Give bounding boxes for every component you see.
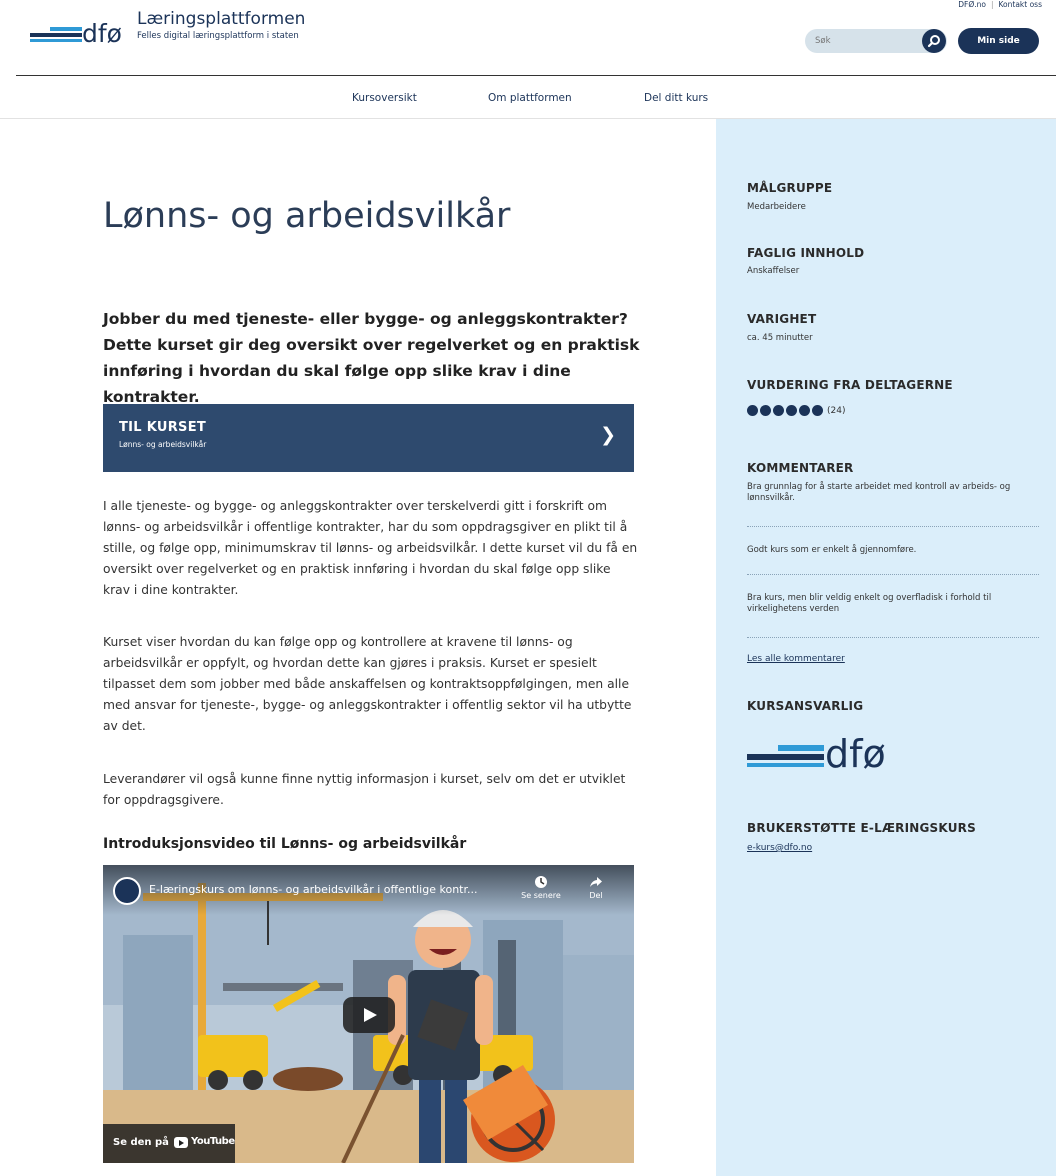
top-link-dfo[interactable]: DFØ.no (958, 0, 986, 9)
watch-later-label: Se senere (521, 891, 561, 900)
comment-divider (747, 574, 1039, 575)
watch-on-youtube-button[interactable]: Se den på YouTube (103, 1124, 235, 1163)
rating-dot (747, 405, 758, 416)
dfo-logo[interactable]: dfø (30, 20, 130, 48)
course-sidebar: MÅLGRUPPE Medarbeidere FAGLIG INNHOLD An… (716, 119, 1056, 1176)
page-title: Lønns- og arbeidsvilkår (103, 196, 511, 236)
watch-later-button[interactable]: Se senere (519, 875, 563, 900)
rating-dots: (24) (747, 400, 845, 416)
logo-stripe (30, 39, 82, 42)
target-group-value: Medarbeidere (747, 202, 806, 212)
watch-on-label: Se den på (113, 1137, 169, 1148)
comment-divider (747, 526, 1039, 527)
search-button[interactable] (922, 29, 946, 53)
video-heading: Introduksjonsvideo til Lønns- og arbeids… (103, 836, 467, 852)
site-header: dfø Læringsplattformen Felles digital læ… (0, 0, 1056, 76)
body-paragraph: I alle tjeneste- og bygge- og anleggskon… (103, 499, 638, 597)
comment-item: Bra grunnlag for å starte arbeidet med k… (747, 482, 1011, 503)
comment-item: Godt kurs som er enkelt å gjennomføre. (747, 545, 917, 555)
logo-stripe (778, 745, 824, 751)
top-link-separator: | (990, 0, 994, 9)
main-nav: Kursoversikt Om plattformen Del ditt kur… (0, 76, 1056, 119)
logo-stripe (747, 763, 824, 767)
logo-stripe (50, 27, 82, 31)
rating-dot (786, 405, 797, 416)
search-icon (927, 35, 940, 48)
body-paragraph: Kurset viser hvordan du kan følge opp og… (103, 635, 632, 733)
video-title[interactable]: E-læringskurs om lønns- og arbeidsvilkår… (149, 883, 477, 896)
rating-dot (799, 405, 810, 416)
comment-divider (747, 637, 1039, 638)
body-paragraph: Leverandører vil også kunne finne nyttig… (103, 772, 626, 807)
my-page-button[interactable]: Min side (958, 28, 1039, 54)
logo-wordmark: dfø (82, 19, 122, 48)
site-title[interactable]: Læringsplattformen (137, 9, 305, 29)
top-link-contact[interactable]: Kontakt oss (999, 0, 1043, 9)
read-all-comments-link[interactable]: Les alle kommentarer (747, 654, 845, 664)
youtube-play-icon (174, 1137, 188, 1148)
comments-label: KOMMENTARER (747, 461, 854, 475)
duration-label: VARIGHET (747, 312, 817, 326)
intro-video[interactable]: E-læringskurs om lønns- og arbeidsvilkår… (103, 865, 634, 1163)
channel-avatar[interactable] (113, 877, 141, 905)
duration-value: ca. 45 minutter (747, 333, 813, 343)
comment-item: Bra kurs, men blir veldig enkelt og over… (747, 593, 992, 614)
logo-stripe (30, 33, 82, 37)
logo-wordmark: dfø (825, 732, 886, 776)
support-label: BRUKERSTØTTE E-LÆRINGSKURS (747, 821, 976, 835)
rating-dot (812, 405, 823, 416)
nav-share-course[interactable]: Del ditt kurs (644, 92, 708, 104)
content-label: FAGLIG INNHOLD (747, 246, 865, 260)
chevron-right-icon: ❯ (600, 424, 616, 446)
top-links: DFØ.no | Kontakt oss (958, 0, 1042, 9)
youtube-wordmark: YouTube (191, 1136, 235, 1147)
search-input[interactable] (815, 33, 915, 49)
nav-course-overview[interactable]: Kursoversikt (352, 92, 417, 104)
site-subtitle: Felles digital læringsplattform i staten (137, 31, 299, 41)
content-value: Anskaffelser (747, 266, 800, 276)
nav-about-platform[interactable]: Om plattformen (488, 92, 572, 104)
rating-label: VURDERING FRA DELTAGERNE (747, 378, 953, 392)
share-button[interactable]: Del (581, 875, 611, 900)
go-to-course-button[interactable]: TIL KURSET Lønns- og arbeidsvilkår ❯ (103, 404, 634, 472)
responsible-label: KURSANSVARLIG (747, 699, 864, 713)
share-label: Del (589, 891, 603, 900)
rating-count: (24) (827, 405, 846, 416)
cta-title: TIL KURSET (119, 420, 207, 435)
rating-dot (773, 405, 784, 416)
share-icon (590, 877, 602, 887)
logo-stripe (747, 754, 824, 760)
cta-subtitle: Lønns- og arbeidsvilkår (119, 440, 207, 449)
dfo-logo[interactable]: dfø (747, 732, 897, 776)
target-group-label: MÅLGRUPPE (747, 181, 833, 195)
play-icon (364, 1008, 377, 1022)
lead-paragraph: Jobber du med tjeneste- eller bygge- og … (103, 310, 640, 406)
rating-dot (760, 405, 771, 416)
clock-icon (535, 876, 547, 888)
play-button[interactable] (343, 997, 395, 1033)
support-email-link[interactable]: e-kurs@dfo.no (747, 843, 812, 853)
